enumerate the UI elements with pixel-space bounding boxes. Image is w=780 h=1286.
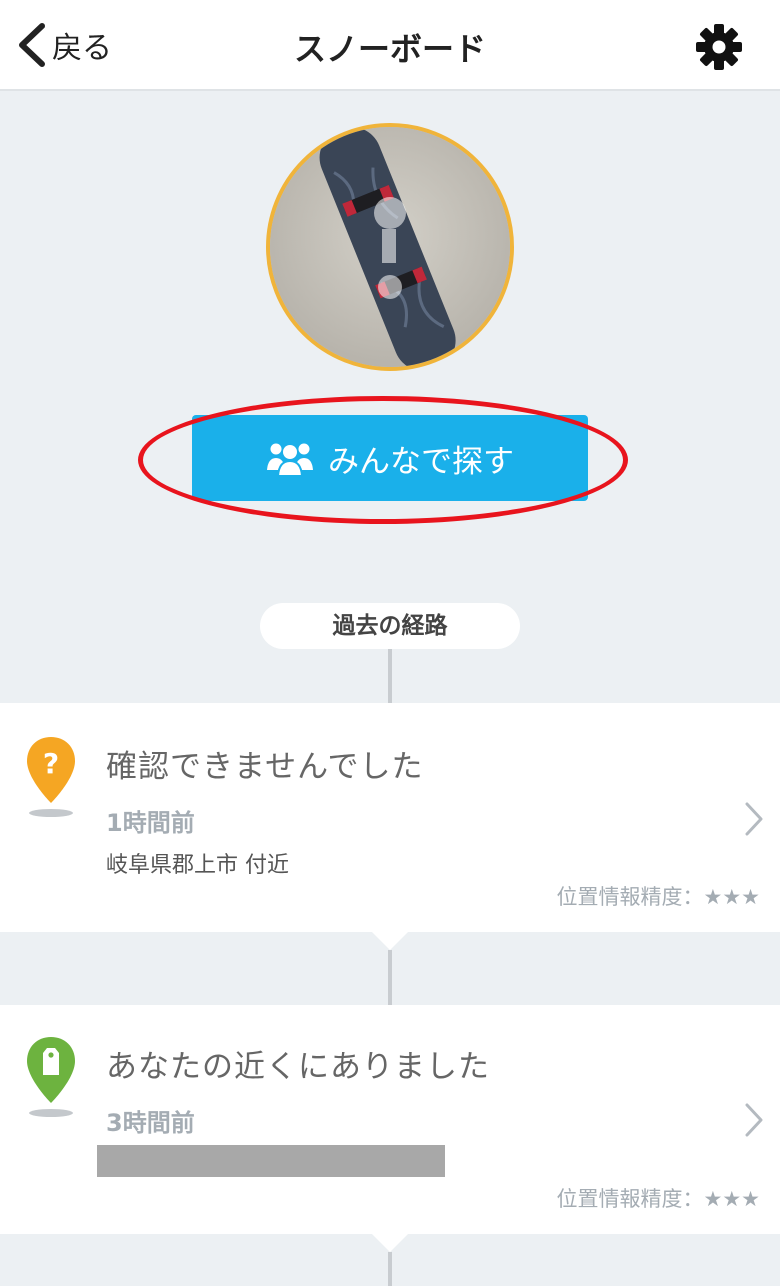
item-photo[interactable] bbox=[266, 123, 514, 371]
redacted-location bbox=[97, 1145, 445, 1177]
entry-accuracy: 位置情報精度：★★★ bbox=[556, 1187, 760, 1211]
people-group-icon bbox=[267, 443, 313, 476]
entry-location: 岐阜県郡上市 付近 bbox=[106, 853, 289, 878]
entry-time: 1時間前 bbox=[106, 809, 195, 837]
timeline-line bbox=[388, 1252, 392, 1286]
chevron-right-icon[interactable] bbox=[742, 1102, 766, 1138]
search-together-button[interactable]: みんなで探す bbox=[192, 415, 588, 501]
card-notch bbox=[372, 932, 408, 950]
snowboard-image bbox=[270, 127, 510, 367]
history-entry[interactable]: ? 確認できませんでした 1時間前 岐阜県郡上市 付近 位置情報精度：★★★ bbox=[0, 703, 780, 950]
timeline-line bbox=[388, 649, 392, 703]
entry-accuracy: 位置情報精度：★★★ bbox=[556, 885, 760, 909]
search-together-label: みんなで探す bbox=[328, 443, 514, 480]
entry-status: 確認できませんでした bbox=[106, 749, 424, 785]
chevron-right-icon[interactable] bbox=[742, 801, 766, 837]
navigation-bar: 戻る スノーボード bbox=[0, 0, 780, 91]
card-notch bbox=[372, 1234, 408, 1252]
entry-time: 3時間前 bbox=[106, 1109, 195, 1137]
timeline-line bbox=[388, 950, 392, 1005]
history-label: 過去の経路 bbox=[260, 603, 520, 649]
question-pin-icon: ? bbox=[27, 737, 75, 817]
gear-icon[interactable] bbox=[694, 22, 744, 72]
tag-pin-icon bbox=[27, 1037, 75, 1117]
svg-text:?: ? bbox=[43, 747, 59, 780]
entry-status: あなたの近くにありました bbox=[106, 1049, 490, 1085]
page-title: スノーボード bbox=[293, 30, 486, 68]
history-entry[interactable]: あなたの近くにありました 3時間前 位置情報精度：★★★ bbox=[0, 1005, 780, 1252]
